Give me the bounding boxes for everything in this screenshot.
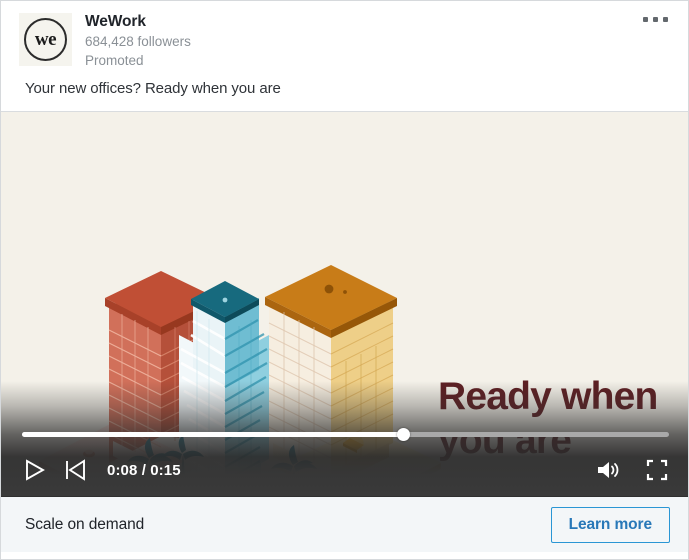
fullscreen-icon	[646, 459, 668, 481]
video-player[interactable]: Ready when you are 0:08 / 0:15	[1, 111, 688, 497]
post-header: we WeWork 684,428 followers Promoted	[1, 1, 688, 79]
video-controls: 0:08 / 0:15	[1, 444, 688, 496]
volume-button[interactable]	[595, 458, 621, 482]
play-icon	[26, 459, 45, 481]
cta-bar: Scale on demand Learn more	[1, 497, 688, 552]
progress-fill	[22, 432, 404, 437]
ellipsis-dot	[653, 17, 658, 22]
ellipsis-dot	[663, 17, 668, 22]
previous-button[interactable]	[63, 458, 87, 482]
brand-name[interactable]: WeWork	[85, 12, 191, 31]
wework-logo-icon: we	[24, 18, 67, 61]
promoted-label: Promoted	[85, 53, 144, 68]
follower-count: 684,428 followers	[85, 34, 191, 49]
volume-icon	[598, 462, 619, 478]
skip-previous-icon	[66, 459, 85, 481]
play-button[interactable]	[22, 458, 46, 482]
avatar[interactable]: we	[19, 13, 72, 66]
sponsored-post-card: we WeWork 684,428 followers Promoted You…	[0, 0, 689, 560]
post-commentary: Your new offices? Ready when you are	[25, 80, 281, 97]
avatar-label: we	[34, 28, 57, 50]
video-progress-bar[interactable]	[22, 428, 669, 441]
time-display: 0:08 / 0:15	[107, 461, 181, 479]
ellipsis-dot	[643, 17, 648, 22]
learn-more-button[interactable]: Learn more	[550, 506, 670, 543]
cta-headline: Scale on demand	[25, 515, 145, 533]
post-author-info: WeWork 684,428 followers Promoted	[85, 11, 191, 70]
more-options-icon[interactable]	[639, 13, 672, 26]
fullscreen-button[interactable]	[645, 458, 669, 482]
